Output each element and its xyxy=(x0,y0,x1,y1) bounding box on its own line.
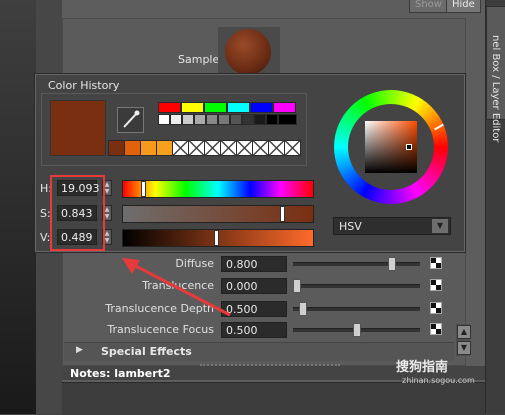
empty-swatch[interactable] xyxy=(172,140,189,156)
value-label: V: xyxy=(40,231,51,244)
slider-thumb[interactable] xyxy=(298,302,307,316)
slider-thumb[interactable] xyxy=(352,323,361,337)
material-preview-sphere xyxy=(225,29,271,75)
attribute-slider[interactable] xyxy=(293,284,420,288)
empty-swatch[interactable] xyxy=(220,140,237,156)
notes-label: Notes: lambert2 xyxy=(70,367,171,380)
watermark-url: zhinan.sogou.com xyxy=(402,376,475,385)
empty-swatch[interactable] xyxy=(284,140,301,156)
history-swatch[interactable] xyxy=(108,140,125,156)
value-slider-thumb[interactable] xyxy=(213,230,219,246)
annotation-arrow xyxy=(122,258,231,317)
sample-label: Sample xyxy=(178,53,220,66)
show-button[interactable]: Show xyxy=(409,0,448,13)
map-button-icon[interactable] xyxy=(430,257,442,269)
hue-slider[interactable] xyxy=(122,180,314,198)
history-swatch[interactable] xyxy=(124,140,141,156)
value-slider[interactable] xyxy=(122,229,314,247)
special-effects-label: Special Effects xyxy=(101,345,192,358)
sv-cursor[interactable] xyxy=(406,144,412,150)
history-swatch[interactable] xyxy=(140,140,157,156)
hide-button[interactable]: Hide xyxy=(446,0,481,13)
side-tab-label: nel Box / Layer Editor xyxy=(489,35,501,142)
viewport-edge xyxy=(0,0,36,414)
attribute-label: Translucence Focus xyxy=(107,323,214,336)
map-button-icon[interactable] xyxy=(430,279,442,291)
saturation-slider[interactable] xyxy=(122,205,314,223)
watermark-logo-text: 搜狗指南 xyxy=(396,360,449,375)
attribute-slider[interactable] xyxy=(293,307,420,311)
slider-thumb[interactable] xyxy=(293,279,301,293)
eyedropper-icon xyxy=(123,110,140,128)
empty-swatch[interactable] xyxy=(268,140,285,156)
history-swatch[interactable] xyxy=(158,102,181,113)
history-swatch[interactable] xyxy=(170,114,182,125)
attribute-slider[interactable] xyxy=(293,262,420,266)
scrollbar[interactable]: ▲ ▼ xyxy=(456,324,471,356)
history-swatch[interactable] xyxy=(254,114,266,125)
scroll-down-icon[interactable]: ▼ xyxy=(457,341,471,355)
history-swatch[interactable] xyxy=(242,114,254,125)
history-swatch[interactable] xyxy=(158,114,170,125)
history-swatch[interactable] xyxy=(156,140,173,156)
attribute-value-field[interactable]: 0.500 xyxy=(221,322,287,338)
history-swatch[interactable] xyxy=(218,114,230,125)
saturation-slider-thumb[interactable] xyxy=(279,206,285,222)
history-swatch[interactable] xyxy=(204,102,227,113)
map-button-icon[interactable] xyxy=(430,302,442,314)
history-swatch[interactable] xyxy=(206,114,218,125)
chevron-down-icon[interactable]: ▼ xyxy=(432,219,448,233)
history-swatch[interactable] xyxy=(266,114,278,125)
history-swatch[interactable] xyxy=(278,114,297,125)
history-swatch[interactable] xyxy=(273,102,296,113)
notes-textarea[interactable] xyxy=(62,382,485,415)
history-swatch[interactable] xyxy=(181,102,204,113)
hue-slider-thumb[interactable] xyxy=(140,181,146,197)
history-swatch[interactable] xyxy=(182,114,194,125)
current-color-swatch xyxy=(50,100,106,156)
empty-swatch[interactable] xyxy=(188,140,205,156)
eyedropper-button[interactable] xyxy=(117,107,144,133)
history-swatch[interactable] xyxy=(227,102,250,113)
color-history-title: Color History xyxy=(48,79,120,92)
history-swatch[interactable] xyxy=(230,114,242,125)
history-swatch[interactable] xyxy=(250,102,273,113)
scroll-up-icon[interactable]: ▲ xyxy=(457,325,471,339)
annotation-highlight-box xyxy=(50,175,105,251)
empty-swatch[interactable] xyxy=(236,140,253,156)
empty-swatch[interactable] xyxy=(204,140,221,156)
empty-swatch[interactable] xyxy=(252,140,269,156)
map-button-icon[interactable] xyxy=(430,323,442,335)
history-swatch[interactable] xyxy=(194,114,206,125)
triangle-right-icon[interactable]: ▶ xyxy=(76,345,83,355)
slider-thumb[interactable] xyxy=(388,257,397,271)
